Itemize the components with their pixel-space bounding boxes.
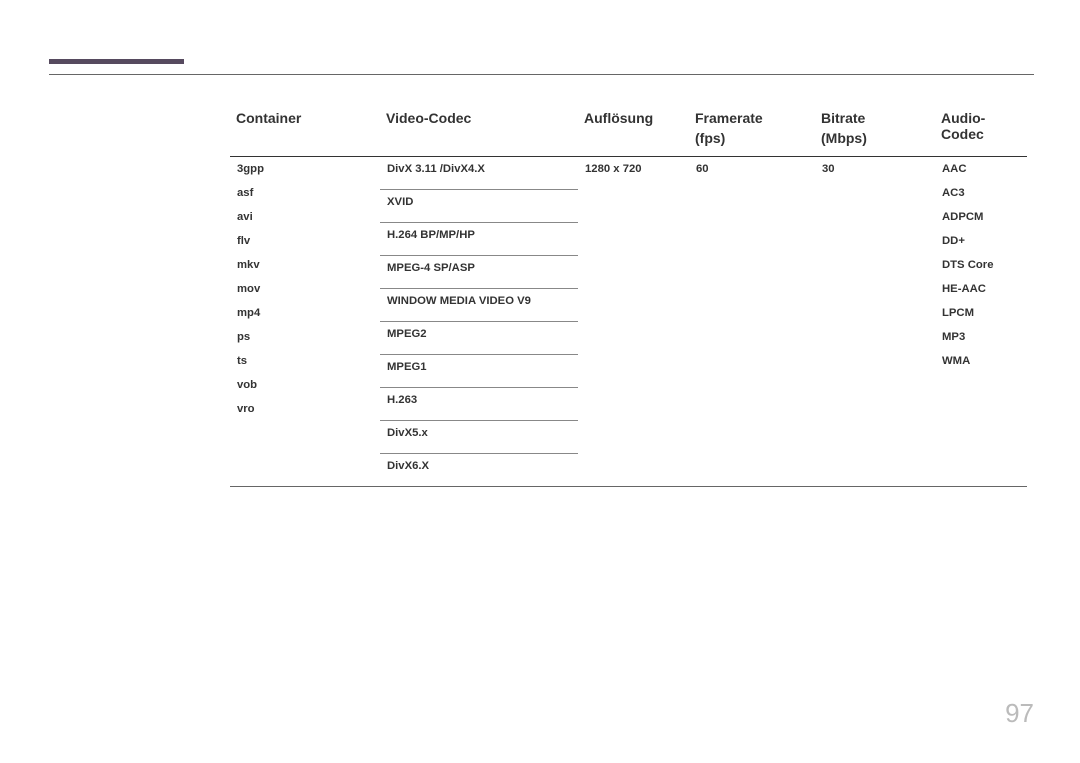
list-item: asf <box>237 187 373 199</box>
list-item: AAC <box>942 163 1020 175</box>
list-item: MPEG-4 SP/ASP <box>380 256 578 289</box>
list-item: MP3 <box>942 331 1020 343</box>
list-item: vro <box>237 403 373 415</box>
page-number: 97 <box>1005 698 1034 729</box>
th-frame: Framerate(fps) <box>689 106 815 157</box>
container-list: 3gpp asf avi flv mkv mov mp4 ps ts vob v… <box>230 157 380 421</box>
bitrate-value: 30 <box>815 157 935 181</box>
list-item: DTS Core <box>942 259 1020 271</box>
accent-bar <box>49 59 184 64</box>
list-item: WINDOW MEDIA VIDEO V9 <box>380 289 578 322</box>
list-item: DivX6.X <box>380 454 578 486</box>
codec-spec-table: Container Video-Codec Auflösung Framerat… <box>230 106 1027 487</box>
framerate-value: 60 <box>689 157 815 181</box>
list-item: avi <box>237 211 373 223</box>
list-item: flv <box>237 235 373 247</box>
cell-container: 3gpp asf avi flv mkv mov mp4 ps ts vob v… <box>230 157 380 487</box>
cell-aufl: 1280 x 720 <box>578 157 689 487</box>
list-item: mov <box>237 283 373 295</box>
list-item: mkv <box>237 259 373 271</box>
audio-codec-list: AAC AC3 ADPCM DD+ DTS Core HE-AAC LPCM M… <box>935 157 1027 373</box>
codec-table-container: Container Video-Codec Auflösung Framerat… <box>230 106 1027 487</box>
cell-audio: AAC AC3 ADPCM DD+ DTS Core HE-AAC LPCM M… <box>935 157 1027 487</box>
list-item: LPCM <box>942 307 1020 319</box>
list-item: H.264 BP/MP/HP <box>380 223 578 256</box>
list-item: ps <box>237 331 373 343</box>
cell-bitrate: 30 <box>815 157 935 487</box>
table-header-row: Container Video-Codec Auflösung Framerat… <box>230 106 1027 157</box>
list-item: vob <box>237 379 373 391</box>
list-item: mp4 <box>237 307 373 319</box>
list-item: MPEG1 <box>380 355 578 388</box>
th-container: Container <box>230 106 380 157</box>
list-item: DivX5.x <box>380 421 578 454</box>
th-bitrate: Bitrate(Mbps) <box>815 106 935 157</box>
th-aufl: Auflösung <box>578 106 689 157</box>
horizontal-rule <box>49 74 1034 75</box>
table-row: 3gpp asf avi flv mkv mov mp4 ps ts vob v… <box>230 157 1027 487</box>
list-item: WMA <box>942 355 1020 367</box>
list-item: ts <box>237 355 373 367</box>
list-item: XVID <box>380 190 578 223</box>
th-video: Video-Codec <box>380 106 578 157</box>
list-item: 3gpp <box>237 163 373 175</box>
list-item: DivX 3.11 /DivX4.X <box>380 157 578 190</box>
list-item: H.263 <box>380 388 578 421</box>
list-item: DD+ <box>942 235 1020 247</box>
list-item: AC3 <box>942 187 1020 199</box>
list-item: HE-AAC <box>942 283 1020 295</box>
list-item: MPEG2 <box>380 322 578 355</box>
cell-frame: 60 <box>689 157 815 487</box>
video-codec-list: DivX 3.11 /DivX4.X XVID H.264 BP/MP/HP M… <box>380 157 578 486</box>
resolution-value: 1280 x 720 <box>578 157 689 181</box>
list-item: ADPCM <box>942 211 1020 223</box>
cell-video: DivX 3.11 /DivX4.X XVID H.264 BP/MP/HP M… <box>380 157 578 487</box>
th-audio: Audio-Codec <box>935 106 1027 157</box>
